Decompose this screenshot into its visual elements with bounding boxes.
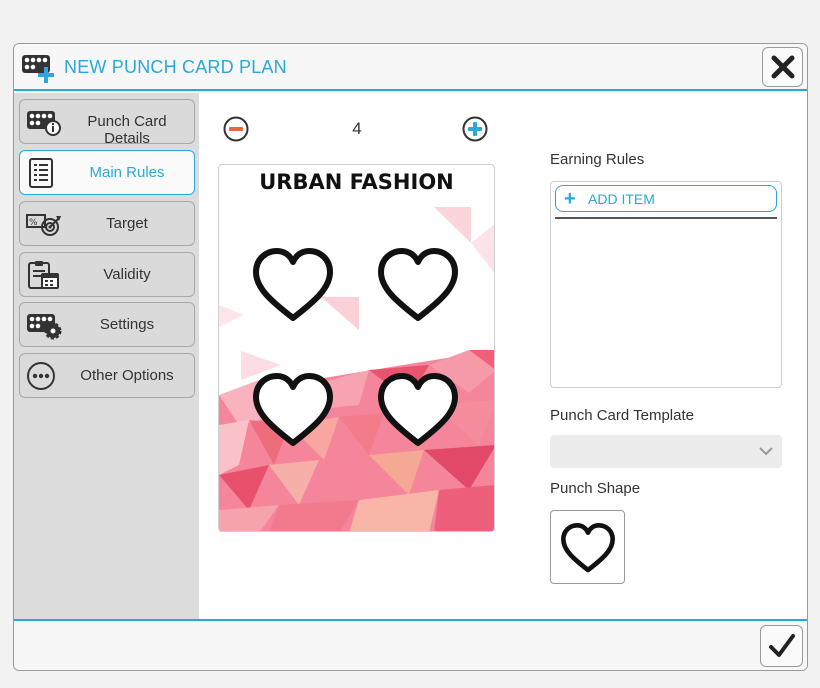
punch-card-template-label: Punch Card Template — [550, 407, 694, 424]
heart-icon — [378, 373, 458, 446]
dialog-footer — [14, 619, 807, 670]
heart-icon — [561, 523, 615, 573]
close-button[interactable] — [762, 47, 803, 87]
punch-card-preview: URBAN FASHION — [218, 164, 495, 532]
confirm-button[interactable] — [760, 625, 803, 667]
sidebar: Punch Card Details Main Rules % Target V… — [14, 93, 199, 619]
card-title: URBAN FASHION — [259, 170, 454, 194]
dialog-title: NEW PUNCH CARD PLAN — [64, 57, 287, 77]
rules-divider — [555, 217, 777, 219]
heart-icon — [253, 248, 333, 321]
sidebar-item-label: Target — [106, 215, 148, 232]
punch-card-info-icon — [27, 111, 61, 136]
punch-count-value: 4 — [352, 119, 362, 138]
sidebar-item-label: Punch Card Details — [87, 113, 167, 147]
punch-shape-selector[interactable] — [550, 510, 625, 584]
close-icon — [771, 55, 794, 79]
sidebar-item-other-options[interactable]: Other Options — [19, 353, 195, 398]
dialog-titlebar: NEW PUNCH CARD PLAN — [14, 44, 807, 91]
calendar-icon — [28, 261, 59, 289]
punch-card-add-icon — [22, 55, 54, 83]
sidebar-item-label: Settings — [99, 316, 155, 333]
chevron-down-icon — [759, 447, 773, 456]
plus-icon: + — [564, 188, 576, 210]
main-rules-panel: 4 URBAN FASHION Earning Rules + ADD ITEM… — [199, 93, 807, 619]
punch-shape-label: Punch Shape — [550, 480, 641, 497]
punch-card-template-select[interactable] — [550, 435, 782, 468]
sidebar-item-target[interactable]: % Target — [19, 201, 195, 246]
heart-icon — [378, 248, 458, 321]
list-icon — [29, 158, 53, 188]
new-punch-card-plan-dialog: NEW PUNCH CARD PLAN Punch Card Details M… — [13, 43, 808, 671]
add-item-label: ADD ITEM — [588, 191, 655, 207]
plus-circle-icon[interactable] — [462, 116, 488, 142]
sidebar-item-punch-card-details[interactable]: Punch Card Details — [19, 99, 195, 147]
more-options-icon — [27, 362, 55, 390]
punch-card-settings-icon — [27, 314, 62, 340]
add-item-button[interactable]: + ADD ITEM — [555, 185, 777, 212]
sidebar-item-main-rules[interactable]: Main Rules — [19, 150, 195, 195]
sidebar-item-label: Other Options — [80, 367, 174, 384]
sidebar-item-settings[interactable]: Settings — [19, 302, 195, 347]
heart-icon — [253, 373, 333, 446]
sidebar-item-label: Validity — [103, 266, 151, 283]
checkmark-icon — [768, 634, 795, 657]
minus-circle-icon[interactable] — [223, 116, 249, 142]
sidebar-item-label: Main Rules — [89, 164, 165, 181]
sidebar-item-validity[interactable]: Validity — [19, 252, 195, 297]
earning-rules-label: Earning Rules — [550, 151, 645, 168]
card-background-pattern — [219, 207, 494, 531]
target-icon: % — [26, 214, 61, 236]
svg-text:%: % — [29, 218, 38, 228]
earning-rules-list: + ADD ITEM — [550, 181, 782, 388]
